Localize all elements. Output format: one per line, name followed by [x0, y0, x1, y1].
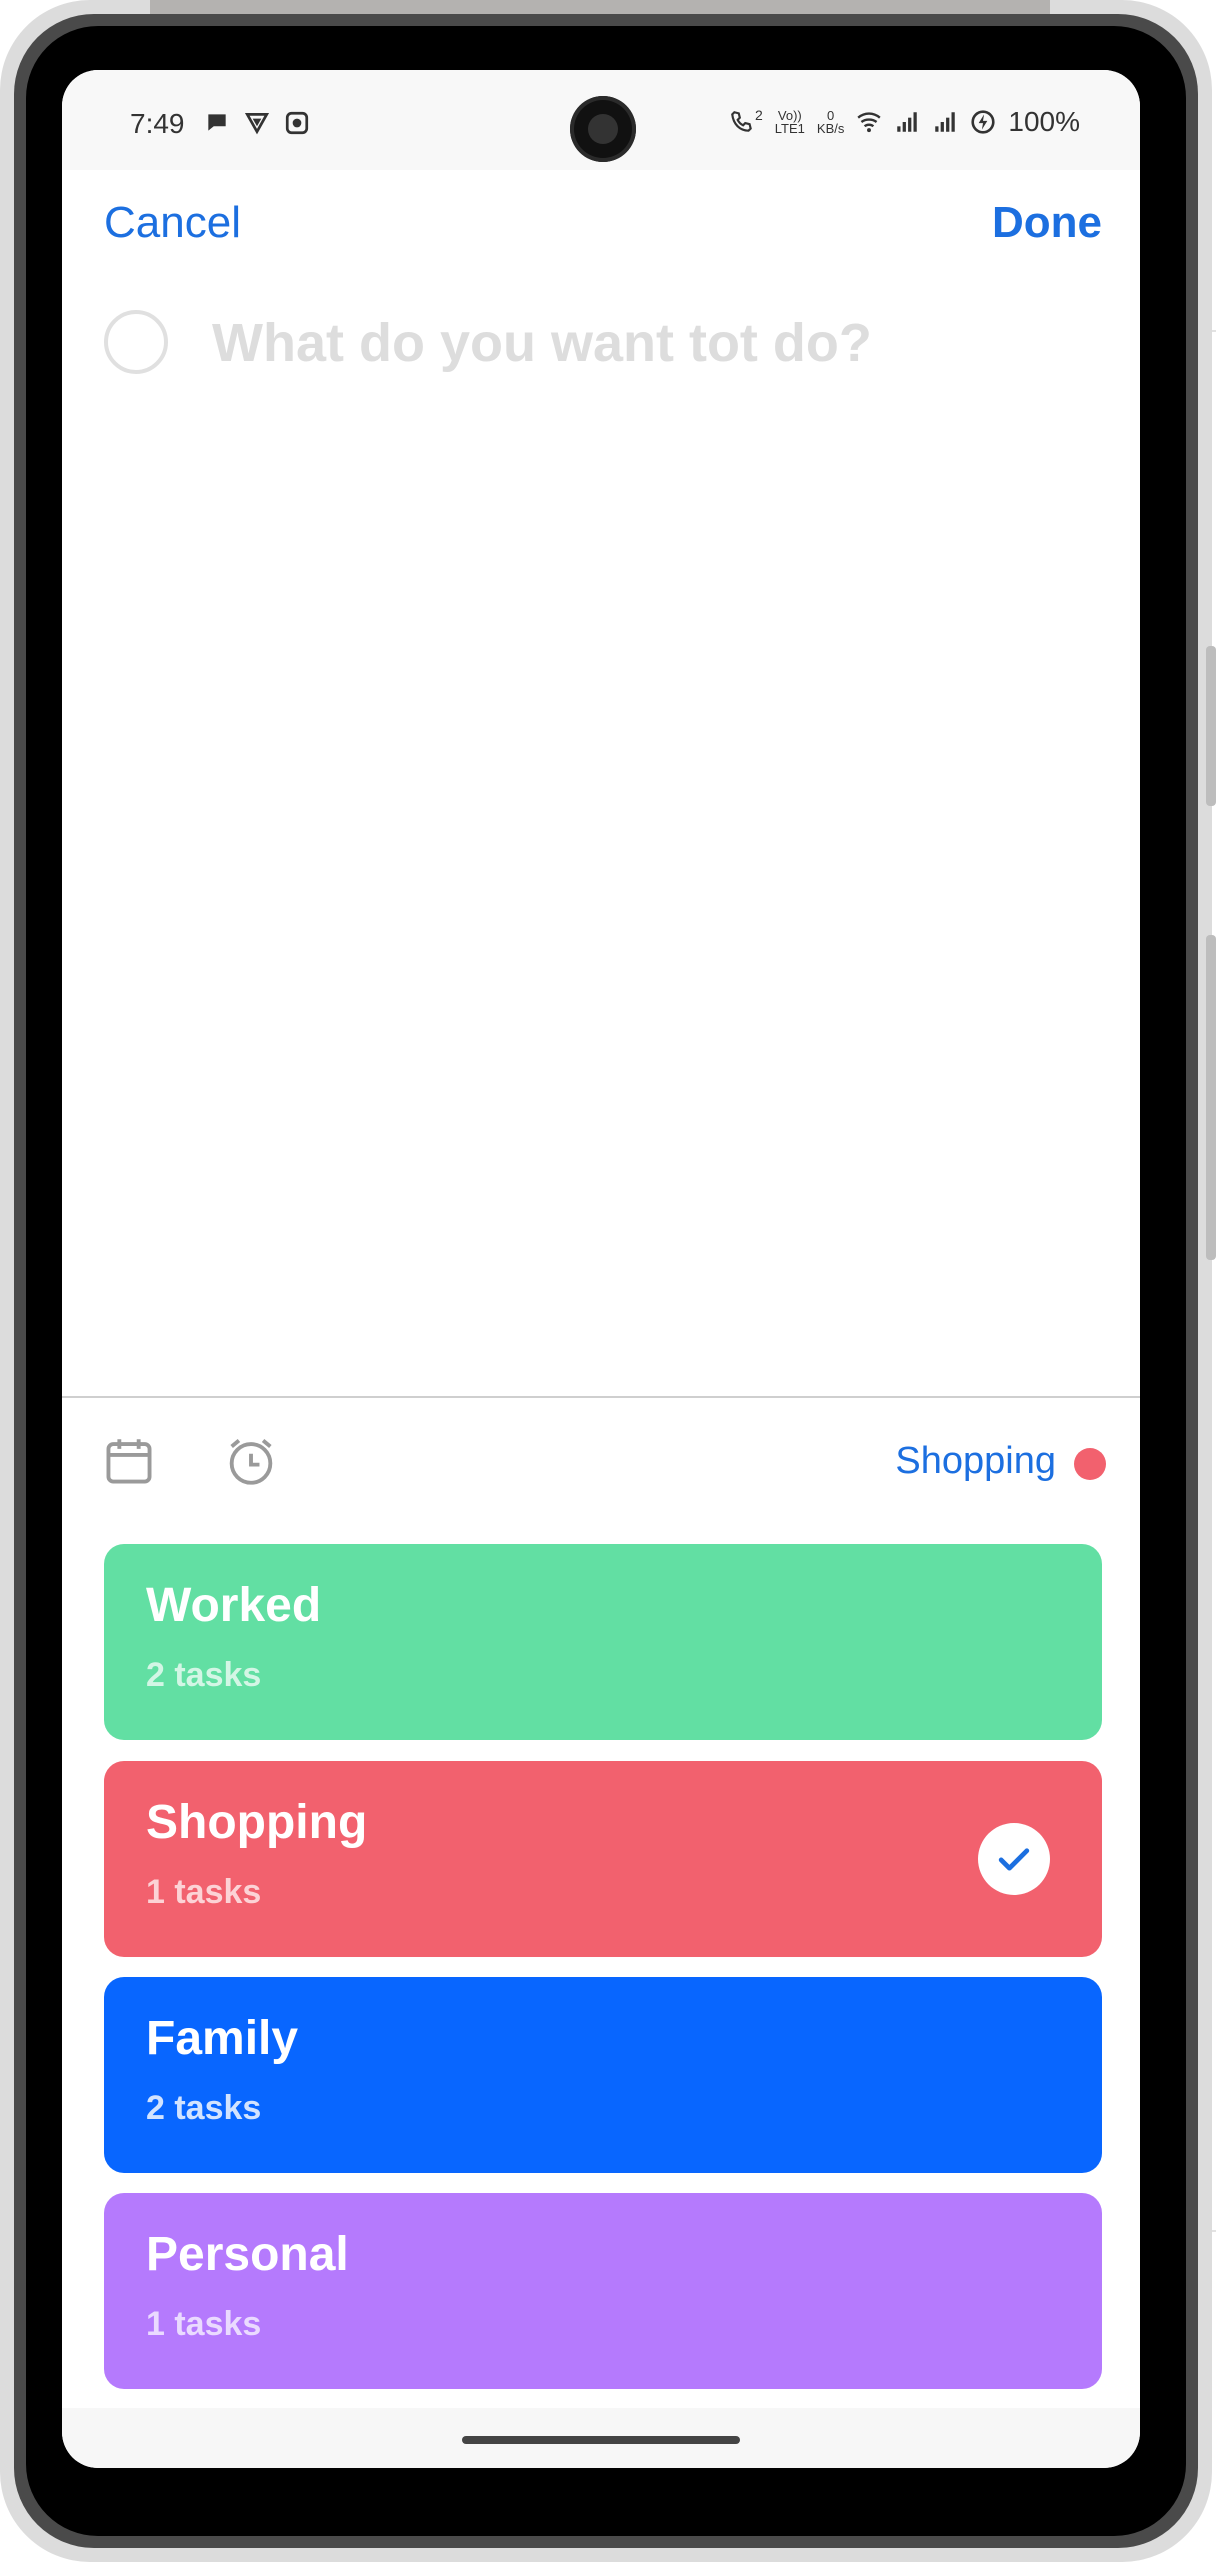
selected-list-label[interactable]: Shopping: [895, 1440, 1056, 1483]
status-bar: 7:49 2 Vo)) LTE1 0 KB/s 100%: [62, 70, 1140, 170]
selected-list-color-dot: [1074, 1448, 1106, 1480]
app-notification-icon: [285, 111, 309, 135]
data-rate: 0 KB/s: [817, 109, 844, 135]
list-card-worked[interactable]: Worked 2 tasks: [104, 1544, 1102, 1740]
list-card-title: Personal: [146, 2228, 349, 2281]
divider: [62, 1396, 1140, 1398]
list-card-personal[interactable]: Personal 1 tasks: [104, 2193, 1102, 2389]
battery-charging-icon: [971, 110, 995, 134]
wifi-icon: [857, 112, 881, 133]
front-camera: [570, 96, 636, 162]
list-card-shopping[interactable]: Shopping 1 tasks: [104, 1761, 1102, 1957]
call-count: 2: [755, 107, 763, 123]
list-card-title: Family: [146, 2012, 299, 2065]
volte-indicator: Vo)) LTE1: [775, 109, 805, 135]
task-title-input[interactable]: [210, 306, 1094, 380]
wifi-calling-icon: [731, 111, 752, 132]
done-button[interactable]: Done: [992, 198, 1102, 248]
selected-check-badge: [978, 1823, 1050, 1895]
alarm-clock-icon[interactable]: [222, 1432, 280, 1490]
list-card-task-count: 1 tasks: [146, 1873, 262, 1911]
list-card-title: Worked: [146, 1579, 322, 1632]
volume-button: [1206, 646, 1216, 806]
data-rate-unit: KB/s: [816, 121, 845, 136]
volte-bottom: LTE1: [774, 121, 805, 136]
screen: 7:49 2 Vo)) LTE1 0 KB/s 100% Cancel Done…: [62, 70, 1140, 2468]
battery-percent: 100%: [1008, 106, 1080, 137]
list-card-title: Shopping: [146, 1796, 368, 1849]
cancel-button[interactable]: Cancel: [104, 198, 241, 248]
status-right: 2 Vo)) LTE1 0 KB/s 100%: [729, 106, 1080, 138]
checkmark-icon: [998, 1848, 1030, 1871]
vpn-shield-icon: [244, 112, 270, 135]
signal-icon: [935, 112, 956, 132]
status-time: 7:49: [130, 108, 185, 139]
chat-bubble-icon: [208, 114, 226, 131]
task-complete-checkbox[interactable]: [104, 310, 168, 374]
home-indicator[interactable]: [462, 2436, 740, 2444]
list-card-task-count: 1 tasks: [146, 2305, 262, 2343]
list-card-task-count: 2 tasks: [146, 2089, 262, 2127]
signal-icon: [897, 112, 918, 132]
list-card-family[interactable]: Family 2 tasks: [104, 1977, 1102, 2173]
stage: 7:49 2 Vo)) LTE1 0 KB/s 100% Cancel Done…: [0, 0, 1216, 2562]
power-button: [1206, 935, 1216, 1260]
list-card-task-count: 2 tasks: [146, 1656, 262, 1694]
calendar-icon[interactable]: [100, 1432, 158, 1490]
notification-icons: [204, 110, 310, 136]
